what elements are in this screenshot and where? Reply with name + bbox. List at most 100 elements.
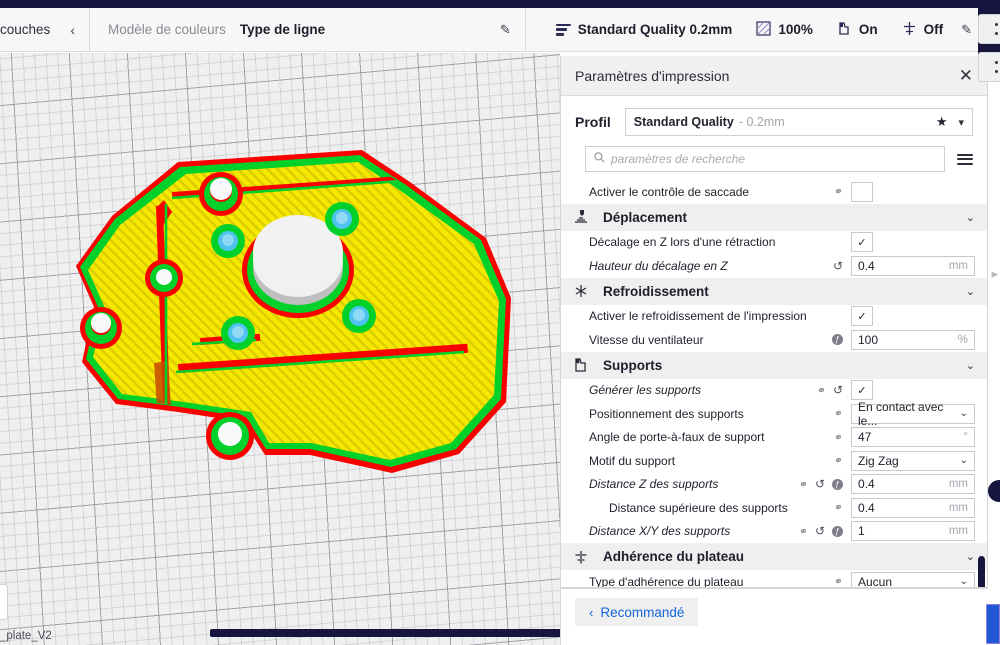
settings-list[interactable]: Activer le contrôle de saccade ⚭ Déplaceme…: [561, 180, 987, 587]
chevron-down-icon[interactable]: ⌄: [960, 408, 968, 419]
calculator-icon[interactable]: ƒ: [832, 334, 843, 346]
setting-row[interactable]: Activer le contrôle de saccade ⚭: [561, 180, 987, 204]
setting-value-input[interactable]: 0.4 mm: [851, 474, 975, 495]
link-icon[interactable]: ⚭: [832, 430, 845, 445]
link-icon[interactable]: ⚭: [832, 406, 845, 421]
chevron-down-icon[interactable]: ⌄: [960, 576, 968, 587]
setting-value-input[interactable]: 1 mm: [851, 521, 975, 542]
setting-unit: %: [957, 333, 968, 346]
setting-value-input[interactable]: 0.4 mm: [851, 497, 975, 518]
setting-control: ✓: [851, 232, 975, 253]
settings-section-header[interactable]: Refroidissement ⌄: [561, 277, 987, 305]
search-box[interactable]: [585, 146, 945, 172]
search-input[interactable]: [611, 152, 936, 166]
edge-primary-button[interactable]: [986, 604, 1000, 644]
quality-summary-item[interactable]: Standard Quality 0.2mm: [544, 8, 745, 52]
setting-adornments: ⚭ ↺: [815, 383, 851, 398]
chevron-left-icon: ‹: [589, 604, 594, 620]
chevron-right-icon[interactable]: ▸: [991, 266, 998, 282]
model-file-label: _plate_V2: [0, 630, 52, 642]
link-icon[interactable]: ⚭: [797, 477, 810, 492]
hamburger-icon[interactable]: [957, 153, 973, 165]
setting-adornments: ⚭: [832, 574, 851, 587]
setting-checkbox[interactable]: ✓: [851, 380, 873, 401]
pencil-icon[interactable]: ✎: [961, 22, 972, 38]
settings-section-header[interactable]: Supports ⌄: [561, 351, 987, 379]
undo-icon[interactable]: ↺: [815, 477, 825, 491]
setting-row[interactable]: Hauteur du décalage en Z ↺ 0.4 mm: [561, 254, 987, 278]
setting-row[interactable]: Décalage en Z lors d'une rétraction ✓: [561, 231, 987, 255]
setting-row[interactable]: Distance Z des supports ⚭ ↺ ƒ 0.4 mm: [561, 473, 987, 497]
support-summary-item[interactable]: On: [825, 8, 890, 52]
infill-summary-item[interactable]: 100%: [744, 8, 825, 52]
viewport-mini-card: [0, 584, 8, 620]
setting-row[interactable]: Type d'adhérence du plateau ⚭ Aucun ⌄: [561, 570, 987, 587]
settings-section-header[interactable]: Adhérence du plateau ⌄: [561, 543, 987, 570]
setting-adornments: ⚭ ↺ ƒ: [797, 524, 851, 539]
undo-icon[interactable]: ↺: [815, 524, 825, 538]
settings-section-header[interactable]: Déplacement ⌄: [561, 203, 987, 231]
close-icon[interactable]: ✕: [959, 67, 973, 84]
link-icon[interactable]: ⚭: [815, 383, 828, 398]
setting-dropdown[interactable]: Zig Zag ⌄: [851, 450, 975, 471]
setting-value-input[interactable]: 0.4 mm: [851, 255, 975, 276]
tab-line-type[interactable]: Type de ligne: [240, 22, 325, 37]
link-icon[interactable]: ⚭: [832, 453, 845, 468]
undo-icon[interactable]: ↺: [833, 383, 843, 397]
panel-scrollbar[interactable]: [978, 556, 985, 587]
setting-row[interactable]: Angle de porte-à-faux de support ⚭ 47 °: [561, 426, 987, 450]
chevron-down-icon[interactable]: ⌄: [966, 211, 975, 224]
setting-row[interactable]: Vitesse du ventilateur ƒ 100%: [561, 328, 987, 352]
setting-value-input[interactable]: 47 °: [851, 427, 975, 448]
section-label: Refroidissement: [603, 283, 709, 299]
tab-color-scheme[interactable]: Modèle de couleurs: [108, 22, 226, 37]
setting-row[interactable]: Distance supérieure des supports ⚭ 0.4 mm: [561, 496, 987, 520]
recommended-button[interactable]: ‹ Recommandé: [575, 598, 699, 626]
setting-row[interactable]: Distance X/Y des supports ⚭ ↺ ƒ 1 mm: [561, 520, 987, 544]
search-icon: [594, 152, 605, 166]
setting-adornments: ⚭: [832, 184, 851, 199]
adhesion-summary-item[interactable]: Off: [890, 8, 956, 52]
sliced-model[interactable]: [60, 148, 520, 548]
3d-viewport[interactable]: _plate_V2: [0, 53, 560, 645]
chevron-down-icon[interactable]: ▾: [958, 116, 964, 129]
setting-unit: mm: [948, 259, 968, 272]
chevron-down-icon[interactable]: ⌄: [960, 455, 968, 466]
pencil-icon[interactable]: ✎: [500, 22, 511, 38]
panel-footer: ‹ Recommandé: [560, 588, 988, 645]
link-icon[interactable]: ⚭: [832, 184, 845, 199]
setting-row[interactable]: Motif du support ⚭ Zig Zag ⌄: [561, 449, 987, 473]
travel-icon: [571, 209, 591, 225]
undo-icon[interactable]: ↺: [833, 259, 843, 273]
link-icon[interactable]: ⚭: [797, 524, 810, 539]
setting-row[interactable]: Générer les supports ⚭ ↺ ✓: [561, 379, 987, 403]
profile-select[interactable]: Standard Quality - 0.2mm ★ ▾: [624, 108, 973, 136]
chevron-down-icon[interactable]: ⌄: [966, 550, 975, 563]
calculator-icon[interactable]: ƒ: [832, 525, 843, 537]
setting-checkbox[interactable]: ✓: [851, 306, 873, 327]
setting-checkbox[interactable]: ✓: [851, 232, 873, 253]
star-icon[interactable]: ★: [936, 114, 948, 130]
edge-nav-handle[interactable]: [988, 480, 1000, 502]
setting-row[interactable]: Positionnement des supports ⚭ En contact a…: [561, 400, 987, 428]
setting-dropdown[interactable]: En contact avec le... ⌄: [851, 400, 975, 428]
profile-label: Profil: [575, 114, 611, 130]
link-icon[interactable]: ⚭: [832, 574, 845, 587]
setting-row[interactable]: Activer le refroidissement de l'impressi…: [561, 305, 987, 329]
setting-control: 47 °: [851, 427, 975, 448]
setting-checkbox[interactable]: [851, 181, 873, 202]
link-icon[interactable]: ⚭: [832, 500, 845, 515]
setting-value-input[interactable]: 100%: [851, 329, 975, 350]
setting-dropdown[interactable]: Aucun ⌄: [851, 571, 975, 587]
chevron-left-icon[interactable]: ‹: [70, 22, 89, 38]
layers-tab-group[interactable]: couches ‹: [0, 7, 90, 52]
setting-unit: mm: [948, 525, 968, 538]
calculator-icon[interactable]: ƒ: [832, 478, 843, 490]
setting-value: 0.4: [858, 500, 875, 515]
setting-label: Vitesse du ventilateur: [589, 332, 704, 347]
layers-tab-label: couches: [0, 22, 51, 37]
setting-label: Activer le contrôle de saccade: [589, 184, 750, 199]
chevron-down-icon[interactable]: ⌄: [966, 359, 975, 372]
infill-summary-label: 100%: [778, 22, 813, 37]
chevron-down-icon[interactable]: ⌄: [966, 285, 975, 298]
